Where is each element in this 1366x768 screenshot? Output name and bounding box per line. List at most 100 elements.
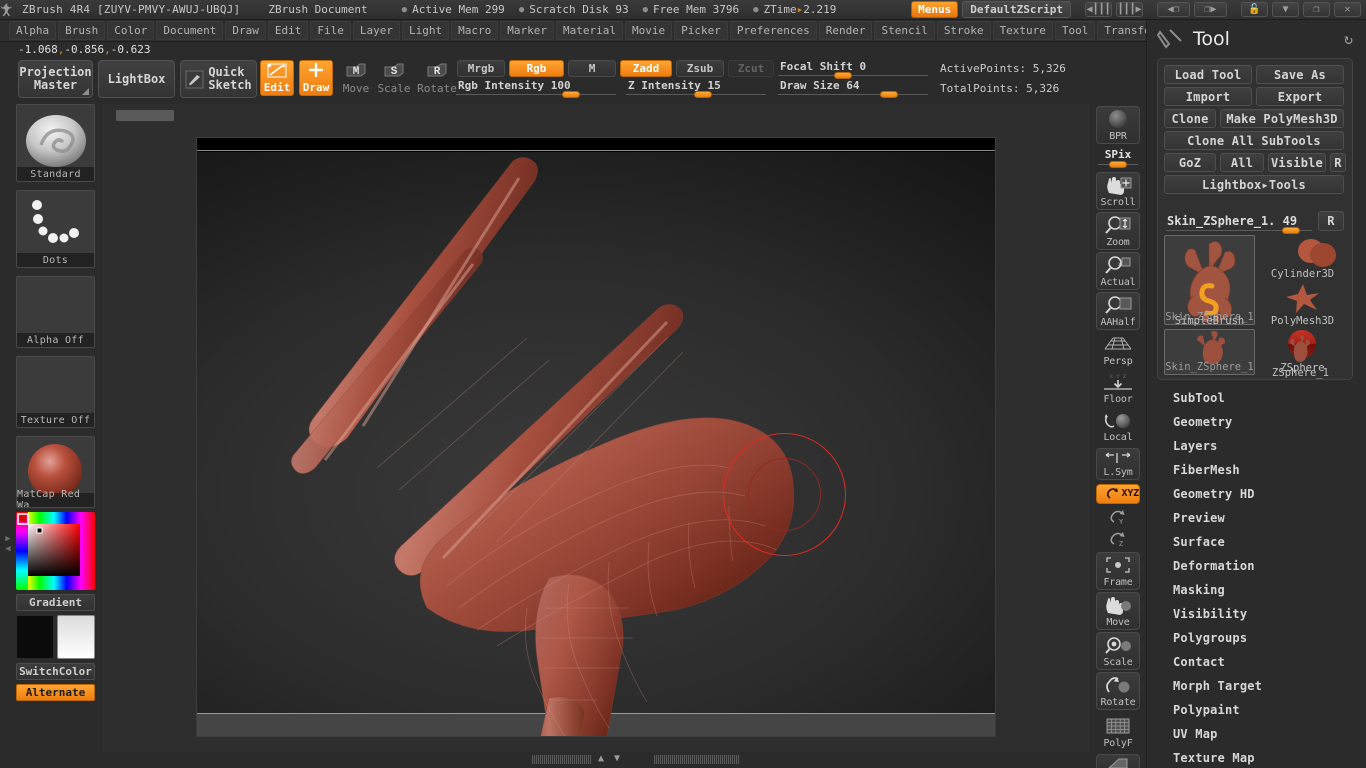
section-texture-map[interactable]: Texture Map <box>1147 746 1366 768</box>
spix-knob[interactable] <box>1109 161 1127 168</box>
section-surface[interactable]: Surface <box>1147 530 1366 554</box>
menu-item-preferences[interactable]: Preferences <box>729 21 817 40</box>
focal-shift-slider[interactable]: Focal Shift 0 <box>778 60 928 79</box>
scale-button[interactable]: S Scale <box>376 60 412 96</box>
close-icon[interactable]: ✕ <box>1334 2 1361 17</box>
switch-color-button[interactable]: SwitchColor <box>16 663 95 680</box>
selected-tool-knob[interactable] <box>1282 227 1300 234</box>
rotate-button[interactable]: R Rotate <box>416 60 458 96</box>
frame-button[interactable]: Frame <box>1096 552 1140 590</box>
rgb-intensity-slider[interactable]: Rgb Intensity 100 <box>456 79 616 98</box>
minimize-icon[interactable]: ▼ <box>1272 2 1299 17</box>
move-nav-button[interactable]: Move <box>1096 592 1140 630</box>
visible-button[interactable]: Visible <box>1268 153 1326 172</box>
focal-shift-knob[interactable] <box>834 72 852 79</box>
menu-item-light[interactable]: Light <box>401 21 450 40</box>
menu-item-tool[interactable]: Tool <box>1054 21 1096 40</box>
document-canvas[interactable] <box>196 137 996 737</box>
hscroll-right[interactable] <box>654 755 740 764</box>
load-tool-button[interactable]: Load Tool <box>1164 65 1252 84</box>
texture-slot[interactable]: Texture Off <box>16 356 95 428</box>
thumb-zsphere-1-row[interactable]: ZSphere_1 <box>1255 335 1346 380</box>
zscript-button[interactable]: DefaultZScript <box>962 1 1071 18</box>
menu-item-color[interactable]: Color <box>107 21 155 40</box>
export-button[interactable]: Export <box>1256 87 1344 106</box>
zsphere-skin-mesh-icon[interactable] <box>197 138 995 736</box>
palette-scroll-arrows[interactable]: ▶ ◀ <box>2 494 14 594</box>
menu-item-edit[interactable]: Edit <box>267 21 309 40</box>
edit-button[interactable]: Edit <box>260 60 294 96</box>
rotate-z-button[interactable]: Z <box>1096 528 1140 550</box>
zadd-toggle[interactable]: Zadd <box>620 60 672 77</box>
floor-button[interactable]: X Y Z Floor <box>1096 370 1140 406</box>
quick-sketch-button[interactable]: Quick Sketch <box>180 60 257 98</box>
selected-tool-slider[interactable]: Skin_ZSphere_1. 49 R <box>1164 211 1348 234</box>
persp-button[interactable]: Persp <box>1096 332 1140 368</box>
scroll-up-icon[interactable]: ▲ <box>598 754 604 764</box>
aahalf-button[interactable]: AAHalf <box>1096 292 1140 330</box>
bpr-button[interactable]: BPR <box>1096 106 1140 144</box>
section-fibermesh[interactable]: FiberMesh <box>1147 458 1366 482</box>
primary-color-swatch[interactable] <box>16 615 54 659</box>
restore-icon[interactable]: ❐ <box>1303 2 1330 17</box>
clone-all-subtools-button[interactable]: Clone All SubTools <box>1164 131 1344 150</box>
section-morph-target[interactable]: Morph Target <box>1147 674 1366 698</box>
section-contact[interactable]: Contact <box>1147 650 1366 674</box>
thumb-polymesh3d[interactable]: PolyMesh3D <box>1257 282 1348 328</box>
menu-item-file[interactable]: File <box>310 21 351 40</box>
rgb-intensity-knob[interactable] <box>562 91 580 98</box>
zcut-toggle[interactable]: Zcut <box>728 60 774 77</box>
menu-item-stencil[interactable]: Stencil <box>874 21 935 40</box>
section-polypaint[interactable]: Polypaint <box>1147 698 1366 722</box>
rotate-y-button[interactable]: Y <box>1096 506 1140 528</box>
brush-slot[interactable]: Standard <box>16 104 95 182</box>
reload-icon[interactable]: ↻ <box>1344 30 1353 48</box>
m-toggle[interactable]: M <box>568 60 616 77</box>
scroll-down-icon[interactable]: ▼ <box>614 754 620 764</box>
make-polymesh3d-button[interactable]: Make PolyMesh3D <box>1220 109 1344 128</box>
clone-button[interactable]: Clone <box>1164 109 1216 128</box>
draw-size-knob[interactable] <box>880 91 898 98</box>
thumb-simplebrush[interactable]: SimpleBrush <box>1164 282 1255 328</box>
menu-item-alpha[interactable]: Alpha <box>9 21 57 40</box>
gradient-button[interactable]: Gradient <box>16 594 95 611</box>
all-button[interactable]: All <box>1220 153 1264 172</box>
extra-nav-button[interactable] <box>1096 754 1140 768</box>
color-picker[interactable] <box>16 512 95 590</box>
menu-item-movie[interactable]: Movie <box>624 21 673 40</box>
thumb-skin-zsphere-1[interactable]: Skin_ZSphere_1 <box>1164 235 1255 325</box>
menu-item-document[interactable]: Document <box>156 21 224 40</box>
scroll-button[interactable]: Scroll <box>1096 172 1140 210</box>
alternate-button[interactable]: Alternate <box>16 684 95 701</box>
menu-item-marker[interactable]: Marker <box>500 21 554 40</box>
menu-item-picker[interactable]: Picker <box>674 21 728 40</box>
section-geometry-hd[interactable]: Geometry HD <box>1147 482 1366 506</box>
lock-icon[interactable]: 🔓 <box>1241 2 1268 17</box>
polyf-button[interactable]: PolyF <box>1096 714 1140 750</box>
scale-nav-button[interactable]: Scale <box>1096 632 1140 670</box>
scroll-right-icon[interactable]: ┃┃┃▶ <box>1116 2 1143 17</box>
menu-item-material[interactable]: Material <box>555 21 623 40</box>
save-as-button[interactable]: Save As <box>1256 65 1344 84</box>
thumb-skin-zsphere-1-small[interactable]: Skin_ZSphere_1 <box>1164 329 1255 375</box>
goz-button[interactable]: GoZ <box>1164 153 1216 172</box>
rotate-nav-button[interactable]: Rotate <box>1096 672 1140 710</box>
selected-tool-r-button[interactable]: R <box>1318 211 1344 231</box>
projection-master-button[interactable]: Projection Master <box>18 60 93 98</box>
stroke-slot[interactable]: Dots <box>16 190 95 268</box>
visible-r-button[interactable]: R <box>1330 153 1346 172</box>
draw-size-slider[interactable]: Draw Size 64 <box>778 79 928 98</box>
next-item-icon[interactable]: ❐▶ <box>1194 2 1227 17</box>
menu-item-stroke[interactable]: Stroke <box>936 21 991 40</box>
section-masking[interactable]: Masking <box>1147 578 1366 602</box>
section-geometry[interactable]: Geometry <box>1147 410 1366 434</box>
menus-button[interactable]: Menus <box>911 1 959 18</box>
lightbox-tools-button[interactable]: Lightbox▸Tools <box>1164 175 1344 194</box>
thumb-cylinder3d[interactable]: Cylinder3D <box>1257 235 1348 281</box>
section-deformation[interactable]: Deformation <box>1147 554 1366 578</box>
xyz-button[interactable]: XYZ <box>1096 484 1140 504</box>
alpha-slot[interactable]: Alpha Off <box>16 276 95 348</box>
material-slot[interactable]: MatCap Red Wa <box>16 436 95 508</box>
hscroll-left[interactable] <box>532 755 592 764</box>
section-visibility[interactable]: Visibility <box>1147 602 1366 626</box>
